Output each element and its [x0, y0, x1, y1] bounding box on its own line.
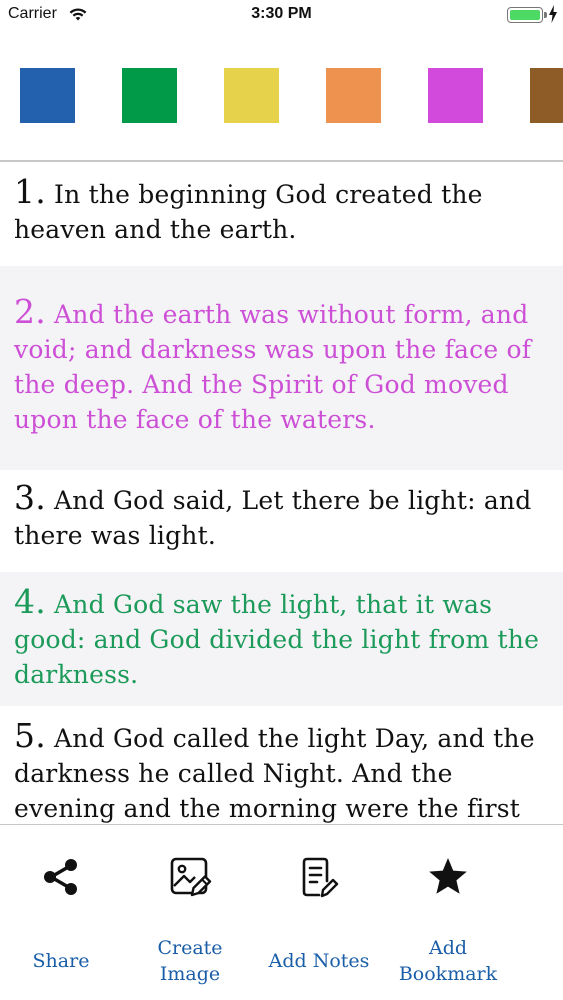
battery-icon [507, 7, 543, 23]
create-image-label: Create Image [157, 937, 223, 985]
verse-text: And God said, Let there be light: and th… [14, 486, 532, 550]
color-swatch-green[interactable] [122, 68, 177, 123]
battery-fill [510, 10, 540, 20]
star-icon [429, 858, 467, 894]
create-image-button[interactable]: Create Image [126, 825, 254, 1000]
verse-text: In the beginning God created the heaven … [14, 180, 483, 244]
verse-text: And God saw the light, that it was good:… [14, 590, 540, 689]
color-swatch-orange[interactable] [326, 68, 381, 123]
share-label: Share [32, 950, 90, 972]
partial-action-label: C [513, 933, 563, 989]
color-swatch-magenta[interactable] [428, 68, 483, 123]
color-swatch-yellow[interactable] [224, 68, 279, 123]
charging-bolt-icon [549, 5, 557, 23]
clock: 3:30 PM [251, 5, 312, 22]
verse-row[interactable]: 1. In the beginning God created the heav… [0, 162, 563, 266]
color-swatch-brown[interactable] [530, 68, 563, 123]
add-notes-button[interactable]: Add Notes [255, 825, 383, 1000]
verse-row[interactable]: 3. And God said, Let there be light: and… [0, 470, 563, 572]
partial-action-button[interactable]: C [513, 825, 563, 1000]
battery-tip [544, 12, 547, 18]
verse-number: 4. [14, 582, 46, 621]
partial-icon [555, 855, 563, 899]
verse-number: 2. [14, 292, 46, 331]
verse-row[interactable]: 2. And the earth was without form, and v… [0, 266, 563, 470]
verse-action-toolbar: Share Create Image Add Notes Add Bookmar… [0, 825, 563, 1000]
verse-list: 1. In the beginning God created the heav… [0, 162, 563, 824]
add-bookmark-button[interactable]: Add Bookmark [384, 825, 512, 1000]
verse-row[interactable]: 5. And God called the light Day, and the… [0, 706, 563, 824]
verse-text: And God called the light Day, and the da… [14, 724, 535, 823]
add-bookmark-label: Add Bookmark [398, 937, 498, 985]
share-icon [44, 859, 77, 895]
share-button[interactable]: Share [0, 825, 125, 1000]
verse-row[interactable]: 4. And God saw the light, that it was go… [0, 572, 563, 706]
verse-text: And the earth was without form, and void… [14, 300, 532, 434]
status-bar: Carrier 3:30 PM [0, 0, 563, 30]
verse-number: 3. [14, 478, 46, 517]
verse-number: 5. [14, 716, 46, 755]
color-swatch-blue[interactable] [20, 68, 75, 123]
create-image-icon [170, 857, 212, 897]
add-notes-label: Add Notes [268, 950, 370, 972]
highlight-color-palette [0, 30, 563, 161]
verse-number: 1. [14, 172, 46, 211]
notes-icon [302, 857, 339, 898]
